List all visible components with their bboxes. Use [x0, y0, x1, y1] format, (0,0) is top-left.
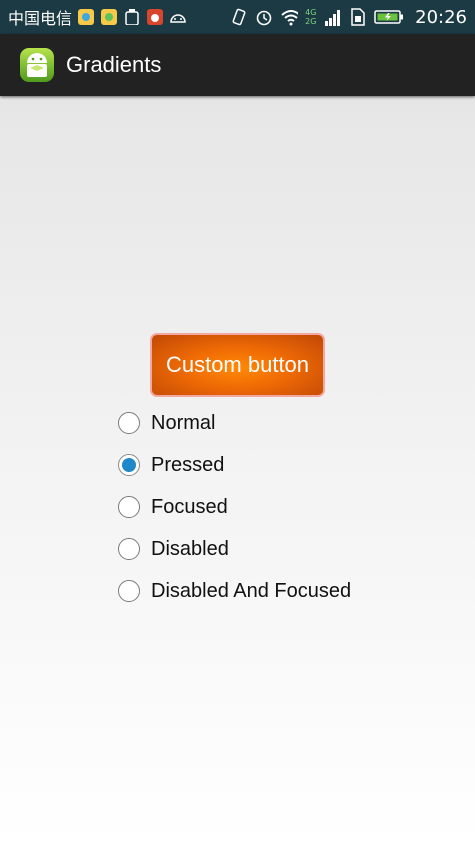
alarm-app-icon [146, 8, 164, 26]
radio-disabled[interactable]: Disabled [118, 528, 351, 570]
network-type-label: 4G 2G [305, 8, 317, 26]
main-content: Custom button Normal Pressed Focused Dis… [0, 96, 475, 845]
app-title: Gradients [66, 52, 162, 77]
alarm-icon [255, 8, 273, 26]
vibrate-icon [230, 8, 248, 26]
status-bar: 中国电信 4G 2G 20:26 [0, 0, 475, 34]
radio-normal[interactable]: Normal [118, 402, 351, 444]
radio-label: Disabled [151, 537, 229, 560]
radio-button[interactable] [118, 412, 140, 434]
radio-label: Focused [151, 495, 228, 518]
android-debug-icon [169, 8, 187, 26]
radio-button[interactable] [118, 538, 140, 560]
radio-selected-dot [122, 458, 136, 472]
custom-button[interactable]: Custom button [150, 333, 325, 397]
radio-button[interactable] [118, 580, 140, 602]
sim-icon [349, 8, 367, 26]
radio-disabled-and-focused[interactable]: Disabled And Focused [118, 570, 351, 612]
action-bar: Gradients [0, 34, 475, 96]
radio-button-checked[interactable] [118, 454, 140, 476]
android-app-icon[interactable] [18, 46, 56, 84]
app-notification-icon [100, 8, 118, 26]
battery-icon [374, 8, 404, 26]
clock: 20:26 [415, 6, 467, 28]
radio-label: Pressed [151, 453, 225, 476]
radio-focused[interactable]: Focused [118, 486, 351, 528]
radio-pressed[interactable]: Pressed [118, 444, 351, 486]
radio-label: Normal [151, 411, 216, 434]
app-notification-icon [77, 8, 95, 26]
cleaner-icon [123, 8, 141, 26]
state-radio-group: Normal Pressed Focused Disabled Disabled… [118, 402, 351, 612]
carrier-name: 中国电信 [8, 9, 73, 28]
signal-icon [324, 8, 342, 26]
radio-button[interactable] [118, 496, 140, 518]
radio-label: Disabled And Focused [151, 579, 352, 602]
wifi-icon [280, 8, 299, 26]
